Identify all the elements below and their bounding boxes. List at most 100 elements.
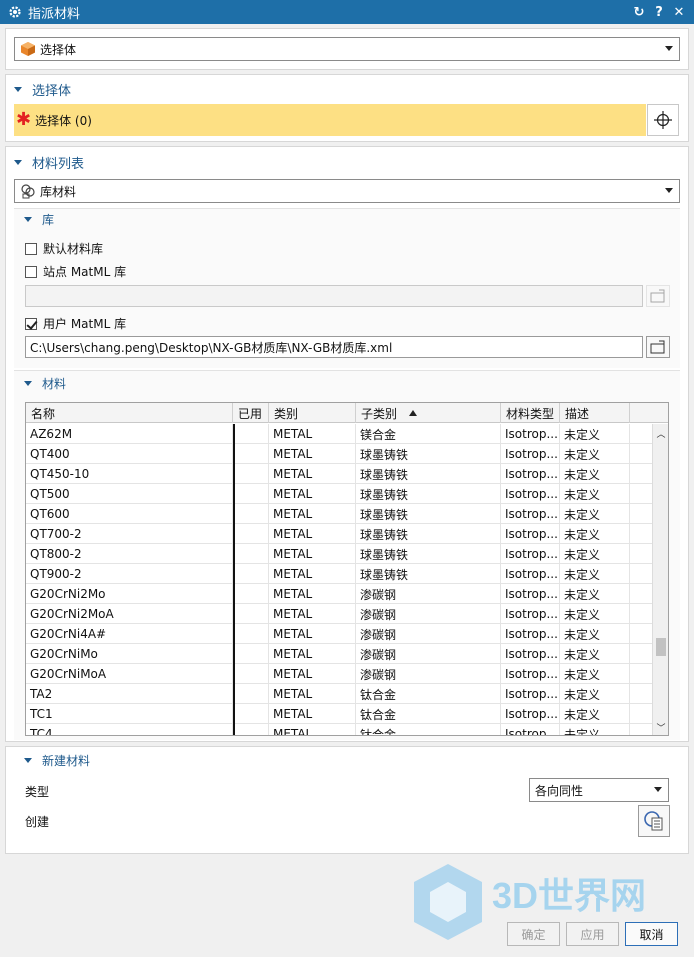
cell-used bbox=[233, 464, 269, 484]
scroll-up-icon[interactable]: ︿ bbox=[656, 428, 666, 440]
close-icon[interactable]: ✕ bbox=[672, 5, 686, 20]
table-row[interactable]: QT700-2 METAL 球墨铸铁 Isotrop... 未定义 bbox=[26, 524, 652, 544]
table-row[interactable]: QT450-10 METAL 球墨铸铁 Isotrop... 未定义 bbox=[26, 464, 652, 484]
cell-material-type: Isotrop... bbox=[501, 644, 560, 664]
collapse-triangle-icon bbox=[24, 217, 32, 222]
site-library-checkbox[interactable] bbox=[25, 265, 37, 278]
cell-category: METAL bbox=[269, 584, 356, 604]
cell-used bbox=[233, 584, 269, 604]
cell-description: 未定义 bbox=[560, 544, 630, 564]
default-library-label: 默认材料库 bbox=[43, 242, 104, 256]
sort-ascending-icon bbox=[409, 410, 418, 416]
user-library-checkbox[interactable] bbox=[25, 317, 37, 330]
new-material-header[interactable]: 新建材料 bbox=[24, 752, 90, 769]
table-row[interactable]: G20CrNi4A# METAL 渗碳钢 Isotrop... 未定义 bbox=[26, 624, 652, 644]
cell-subcategory: 球墨铸铁 bbox=[356, 564, 501, 584]
user-library-browse-button[interactable] bbox=[646, 336, 670, 358]
cell-material-type: Isotrop... bbox=[501, 524, 560, 544]
default-library-checkbox[interactable] bbox=[25, 242, 37, 255]
cell-category: METAL bbox=[269, 704, 356, 724]
cell-category: METAL bbox=[269, 644, 356, 664]
cell-material-type: Isotrop... bbox=[501, 604, 560, 624]
create-material-button[interactable] bbox=[638, 805, 670, 837]
table-row[interactable]: G20CrNiMoA METAL 渗碳钢 Isotrop... 未定义 bbox=[26, 664, 652, 684]
materials-header[interactable]: 材料 bbox=[24, 375, 66, 392]
material-type-dropdown[interactable]: 各向同性 bbox=[529, 778, 669, 802]
gear-icon[interactable] bbox=[8, 5, 22, 19]
cell-material-type: Isotrop... bbox=[501, 424, 560, 444]
table-row[interactable]: QT900-2 METAL 球墨铸铁 Isotrop... 未定义 bbox=[26, 564, 652, 584]
title-bar: 指派材料 ↻ ? ✕ bbox=[0, 0, 694, 24]
collapse-triangle-icon bbox=[24, 381, 32, 386]
vertical-scrollbar[interactable]: ︿ ﹀ bbox=[652, 424, 668, 735]
column-header-description[interactable]: 描述 bbox=[560, 403, 630, 423]
table-row[interactable]: G20CrNi2MoA METAL 渗碳钢 Isotrop... 未定义 bbox=[26, 604, 652, 624]
cell-used bbox=[233, 664, 269, 684]
cell-category: METAL bbox=[269, 424, 356, 444]
table-row[interactable]: QT600 METAL 球墨铸铁 Isotrop... 未定义 bbox=[26, 504, 652, 524]
library-heading: 库 bbox=[42, 213, 55, 227]
cell-description: 未定义 bbox=[560, 484, 630, 504]
site-library-label: 站点 MatML 库 bbox=[43, 265, 127, 279]
user-library-path-field[interactable]: C:\Users\chang.peng\Desktop\NX-GB材质库\NX-… bbox=[25, 336, 643, 358]
table-row[interactable]: TA2 METAL 钛合金 Isotrop... 未定义 bbox=[26, 684, 652, 704]
scroll-down-icon[interactable]: ﹀ bbox=[656, 722, 666, 734]
cell-category: METAL bbox=[269, 664, 356, 684]
cell-description: 未定义 bbox=[560, 444, 630, 464]
table-row[interactable]: TC1 METAL 钛合金 Isotrop... 未定义 bbox=[26, 704, 652, 724]
cell-used bbox=[233, 544, 269, 564]
ok-button[interactable]: 确定 bbox=[507, 922, 560, 946]
help-icon[interactable]: ? bbox=[652, 5, 666, 20]
table-row[interactable]: QT800-2 METAL 球墨铸铁 Isotrop... 未定义 bbox=[26, 544, 652, 564]
cell-material-type: Isotrop... bbox=[501, 584, 560, 604]
table-row[interactable]: TC4 METAL 钛合金 Isotrop... 未定义 bbox=[26, 724, 652, 735]
cell-name: TC4 bbox=[26, 724, 233, 735]
select-body-row[interactable]: ✱ 选择体 (0) bbox=[14, 104, 646, 136]
selection-type-dropdown[interactable]: 选择体 bbox=[14, 37, 680, 61]
chevron-down-icon bbox=[665, 46, 673, 51]
cell-subcategory: 渗碳钢 bbox=[356, 664, 501, 684]
used-column-divider bbox=[233, 424, 235, 735]
table-row[interactable]: QT500 METAL 球墨铸铁 Isotrop... 未定义 bbox=[26, 484, 652, 504]
column-header-subcategory[interactable]: 子类别 bbox=[356, 403, 501, 423]
open-folder-icon bbox=[650, 340, 665, 354]
column-header-used[interactable]: 已用 bbox=[233, 403, 269, 423]
material-list-header[interactable]: 材料列表 bbox=[14, 153, 84, 172]
cell-material-type: Isotrop... bbox=[501, 664, 560, 684]
table-row[interactable]: QT400 METAL 球墨铸铁 Isotrop... 未定义 bbox=[26, 444, 652, 464]
column-header-material-type[interactable]: 材料类型 bbox=[501, 403, 560, 423]
cell-description: 未定义 bbox=[560, 624, 630, 644]
site-library-option[interactable]: 站点 MatML 库 bbox=[25, 263, 126, 280]
cell-description: 未定义 bbox=[560, 604, 630, 624]
cell-used bbox=[233, 724, 269, 735]
cell-used bbox=[233, 524, 269, 544]
collapse-triangle-icon bbox=[14, 160, 22, 165]
user-library-label: 用户 MatML 库 bbox=[43, 317, 127, 331]
chevron-down-icon bbox=[654, 787, 662, 792]
table-row[interactable]: G20CrNi2Mo METAL 渗碳钢 Isotrop... 未定义 bbox=[26, 584, 652, 604]
column-header-name[interactable]: 名称 bbox=[26, 403, 233, 423]
table-row[interactable]: G20CrNiMo METAL 渗碳钢 Isotrop... 未定义 bbox=[26, 644, 652, 664]
column-header-category[interactable]: 类别 bbox=[269, 403, 356, 423]
library-header[interactable]: 库 bbox=[24, 211, 54, 228]
cell-used bbox=[233, 624, 269, 644]
cell-description: 未定义 bbox=[560, 644, 630, 664]
cancel-button[interactable]: 取消 bbox=[625, 922, 678, 946]
materials-heading: 材料 bbox=[42, 377, 67, 391]
scrollbar-thumb[interactable] bbox=[656, 638, 666, 656]
site-library-path-field bbox=[25, 285, 643, 307]
crosshair-select-button[interactable] bbox=[647, 104, 679, 136]
select-body-header[interactable]: 选择体 bbox=[14, 80, 71, 99]
apply-button[interactable]: 应用 bbox=[566, 922, 619, 946]
cell-material-type: Isotrop... bbox=[501, 564, 560, 584]
user-library-option[interactable]: 用户 MatML 库 bbox=[25, 315, 126, 332]
table-row[interactable]: AZ62M METAL 镁合金 Isotrop... 未定义 bbox=[26, 424, 652, 444]
materials-table[interactable]: 名称 已用 类别 子类别 材料类型 描述 AZ62M METAL 镁合金 Isotro… bbox=[25, 402, 669, 736]
default-library-option[interactable]: 默认材料库 bbox=[25, 240, 103, 257]
reset-icon[interactable]: ↻ bbox=[632, 5, 646, 20]
material-source-dropdown[interactable]: 库材料 bbox=[14, 179, 680, 203]
cell-used bbox=[233, 684, 269, 704]
collapse-triangle-icon bbox=[14, 87, 22, 92]
create-label: 创建 bbox=[25, 815, 50, 829]
cell-name: TC1 bbox=[26, 704, 233, 724]
